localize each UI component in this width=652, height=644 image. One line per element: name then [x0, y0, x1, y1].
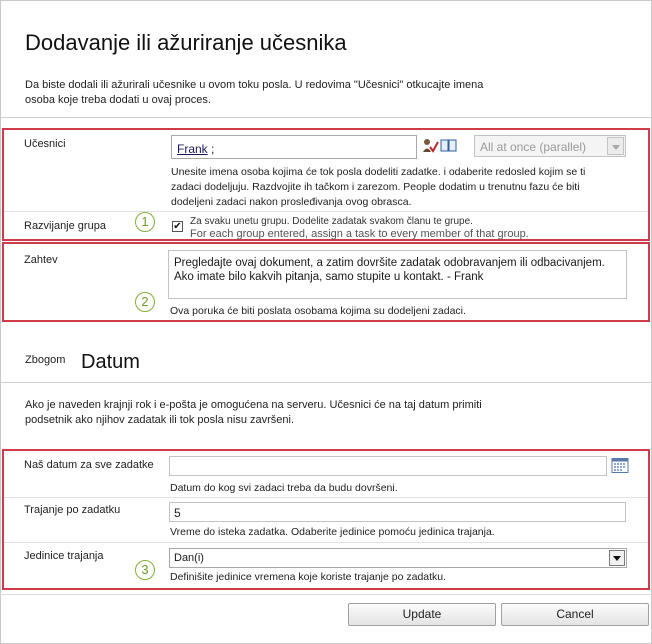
participants-value: Frank ;: [177, 142, 214, 156]
update-button[interactable]: Update: [348, 603, 496, 626]
duration-input[interactable]: 5: [169, 502, 626, 522]
group-expansion-text-1: Za svaku unetu grupu. Dodelite zadatak s…: [190, 216, 473, 227]
request-text: Pregledajte ovaj dokument, a zatim dovrš…: [174, 257, 605, 283]
due-title-big: Datum: [81, 351, 140, 373]
callout-2: 2: [135, 292, 155, 312]
request-help: Ova poruka će biti poslata osobama kojim…: [170, 305, 466, 317]
callout-1: 1: [135, 212, 155, 232]
duration-units-dropdown[interactable]: [609, 550, 625, 566]
chevron-down-icon: [613, 556, 621, 561]
due-date-help: Datum do kog svi zadaci treba da budu do…: [170, 482, 398, 494]
address-book-icon[interactable]: [440, 137, 458, 155]
due-date-label: Naš datum za sve zadatke: [24, 459, 154, 471]
request-textarea[interactable]: Pregledajte ovaj dokument, a zatim dovrš…: [168, 250, 627, 299]
header-divider: [0, 117, 652, 118]
participant-name[interactable]: Frank: [177, 142, 208, 156]
page-title: Dodavanje ili ažuriranje učesnika: [25, 30, 347, 55]
request-label: Zahtev: [24, 254, 58, 266]
footer-divider: [0, 594, 652, 595]
row-divider: [4, 211, 648, 212]
duration-label: Trajanje po zadatku: [24, 504, 121, 516]
assignment-order-value: All at once (parallel): [480, 140, 587, 154]
duration-units-label: Jedinice trajanja: [24, 550, 104, 562]
due-title-small: Zbogom: [25, 354, 66, 366]
duration-units-value: Dan(i): [174, 552, 204, 564]
duration-units-select[interactable]: Dan(i): [169, 548, 627, 568]
group-expansion-text-2: For each group entered, assign a task to…: [190, 228, 529, 240]
duration-units-help: Definišite jedinice vremena koje koriste…: [170, 571, 447, 583]
participant-separator: ;: [211, 142, 215, 156]
participants-label: Učesnici: [24, 138, 66, 150]
calendar-icon[interactable]: [611, 457, 629, 474]
row-divider: [4, 497, 648, 498]
chevron-down-icon: [612, 145, 620, 150]
row-divider: [4, 542, 648, 543]
assignment-order-select[interactable]: All at once (parallel): [474, 135, 626, 157]
due-date-input[interactable]: [169, 456, 607, 476]
intro-text: Da biste dodali ili ažurirali učesnike u…: [25, 79, 484, 106]
check-names-icon[interactable]: [421, 137, 439, 155]
cancel-button[interactable]: Cancel: [501, 603, 649, 626]
callout-3: 3: [135, 560, 155, 580]
due-divider: [0, 382, 652, 383]
duration-help: Vreme do isteka zadatka. Odaberite jedin…: [170, 526, 495, 538]
participants-help: Unesite imena osoba kojima će tok posla …: [171, 166, 586, 208]
due-intro-text: Ako je naveden krajnji rok i e-pošta je …: [25, 399, 482, 426]
group-expansion-checkbox[interactable]: ✔: [172, 221, 183, 232]
duration-value: 5: [174, 506, 181, 520]
group-expansion-label: Razvijanje grupa: [24, 220, 106, 232]
assignment-order-dropdown[interactable]: [607, 137, 624, 155]
